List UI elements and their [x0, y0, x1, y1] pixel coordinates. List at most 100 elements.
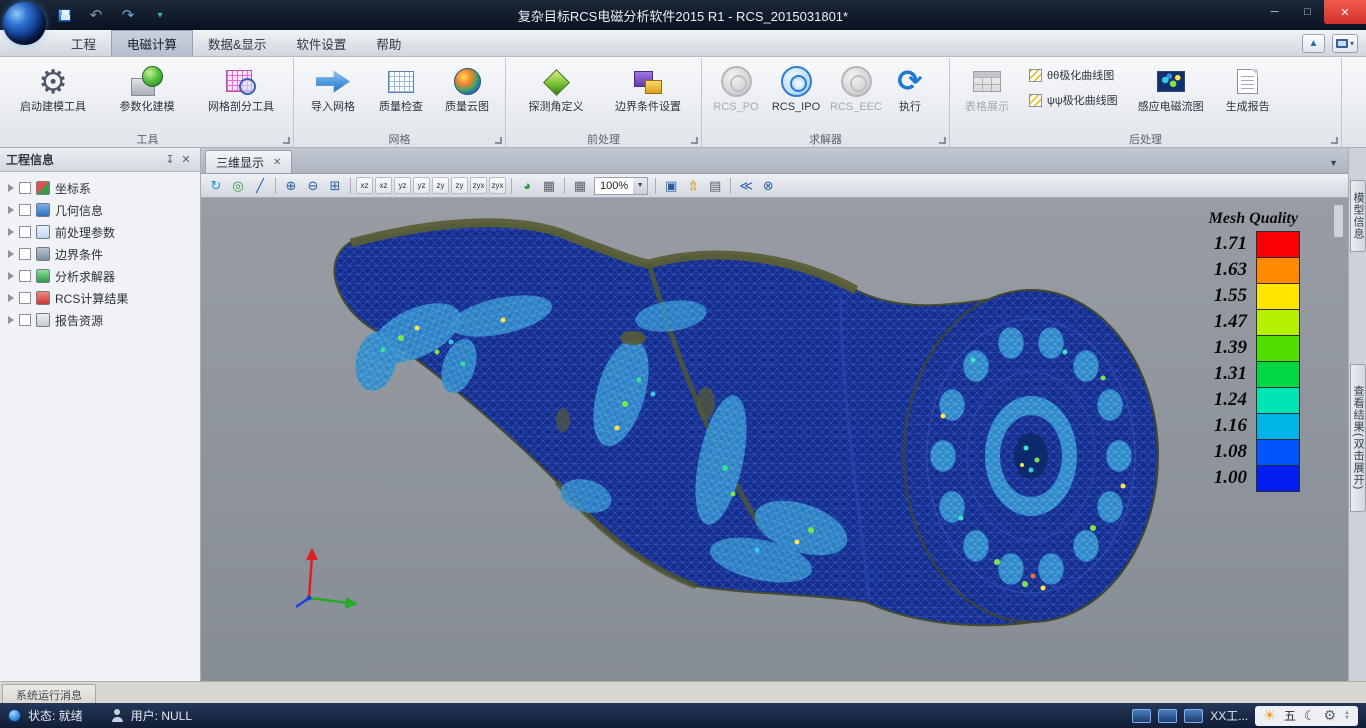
measure-button[interactable]: ╱: [250, 176, 270, 196]
quality-check-button[interactable]: 质量检查: [369, 61, 433, 116]
rcs-ipo-button[interactable]: RCS_IPO: [767, 61, 825, 116]
maximize-button[interactable]: □: [1291, 0, 1324, 24]
rcs-eec-button[interactable]: RCS_EEC: [827, 61, 885, 116]
pin-icon[interactable]: ↧: [162, 152, 178, 168]
undo-button[interactable]: ↶: [86, 5, 106, 25]
separator: [350, 178, 351, 194]
dialog-launcher-icon[interactable]: [691, 137, 698, 144]
model-info-tab[interactable]: 模型信息: [1350, 180, 1366, 252]
view-zy2-button[interactable]: zy: [451, 177, 468, 194]
tab-help[interactable]: 帮助: [361, 30, 416, 56]
tray-widget[interactable]: ☀ 五 ☾ ⚙ ▲▼: [1255, 706, 1358, 726]
checkbox[interactable]: [19, 248, 31, 260]
zoom-level-select[interactable]: 100% ▼: [594, 177, 648, 195]
theta-polarization-curve-button[interactable]: θθ极化曲线图: [1025, 65, 1122, 85]
layout-button[interactable]: ▤: [705, 176, 725, 196]
export-view-button[interactable]: ≪: [736, 176, 756, 196]
dialog-launcher-icon[interactable]: [939, 137, 946, 144]
collapse-ribbon-button[interactable]: ▲: [1302, 34, 1325, 53]
psi-polarization-curve-button[interactable]: ψψ极化曲线图: [1025, 90, 1122, 110]
save-button[interactable]: [54, 5, 74, 25]
qat-customize-button[interactable]: ▾: [150, 5, 170, 25]
tab-em-computation[interactable]: 电磁计算: [111, 30, 193, 56]
view-iso-button[interactable]: zyx: [470, 177, 487, 194]
lighting-button[interactable]: ⇯: [683, 176, 703, 196]
view-yz2-button[interactable]: yz: [413, 177, 430, 194]
checkbox[interactable]: [19, 226, 31, 238]
screenshot-button[interactable]: ▣: [661, 176, 681, 196]
display-options-button[interactable]: ▾: [1332, 34, 1358, 53]
wireframe-mode-button[interactable]: ▦: [539, 176, 559, 196]
mesh-partition-tool-button[interactable]: 网格剖分工具: [195, 61, 287, 116]
orbit-view-button[interactable]: ◎: [228, 176, 248, 196]
taskbar-window-icon[interactable]: [1132, 709, 1151, 723]
tray-expand-icon[interactable]: ▲▼: [1344, 711, 1350, 721]
expand-icon[interactable]: [8, 294, 14, 302]
rotate-view-button[interactable]: ↻: [206, 176, 226, 196]
taskbar-window-icon[interactable]: [1158, 709, 1177, 723]
tree-item-analysis-solver[interactable]: 分析求解器: [4, 265, 200, 287]
execute-button[interactable]: ⟳ 执行: [887, 61, 933, 116]
generate-report-button[interactable]: 生成报告: [1216, 61, 1280, 116]
tab-software-settings[interactable]: 软件设置: [281, 30, 361, 56]
checkbox[interactable]: [19, 292, 31, 304]
rcs-po-button[interactable]: RCS_PO: [707, 61, 765, 116]
view-zy-button[interactable]: zy: [432, 177, 449, 194]
expand-icon[interactable]: [8, 250, 14, 258]
taskbar-window-icon[interactable]: [1184, 709, 1203, 723]
tab-list-dropdown-icon[interactable]: ▼: [1329, 158, 1338, 168]
tree-item-geometry-info[interactable]: 几何信息: [4, 199, 200, 221]
checkbox[interactable]: [19, 270, 31, 282]
induced-em-current-map-button[interactable]: 感应电磁流图: [1128, 61, 1214, 116]
tree-item-rcs-results[interactable]: RCS计算结果: [4, 287, 200, 309]
dialog-launcher-icon[interactable]: [1331, 137, 1338, 144]
parametric-modeling-button[interactable]: 参数化建模: [101, 61, 193, 116]
tab-3d-view[interactable]: 三维显示 ✕: [205, 150, 292, 173]
close-button[interactable]: ✕: [1324, 0, 1366, 24]
expand-icon[interactable]: [8, 228, 14, 236]
zoom-out-button[interactable]: ⊖: [303, 176, 323, 196]
viewport-3d[interactable]: Mesh Quality 1.71 1.63 1.55 1.47 1.39 1.…: [201, 198, 1348, 681]
dialog-launcher-icon[interactable]: [495, 137, 502, 144]
view-yz-button[interactable]: yz: [394, 177, 411, 194]
minimize-button[interactable]: ─: [1258, 0, 1291, 24]
view-xz2-button[interactable]: xz: [375, 177, 392, 194]
expand-icon[interactable]: [8, 184, 14, 192]
view-xz-button[interactable]: xz: [356, 177, 373, 194]
legend-swatch: [1256, 361, 1300, 388]
clear-view-button[interactable]: ⊗: [758, 176, 778, 196]
probe-angle-define-button[interactable]: 探测角定义: [511, 61, 601, 116]
table-display-button[interactable]: 表格展示: [955, 61, 1019, 116]
grid-display-button[interactable]: ▦: [570, 176, 590, 196]
zoom-window-button[interactable]: ⊞: [325, 176, 345, 196]
close-tab-icon[interactable]: ✕: [273, 157, 281, 168]
app-logo-icon[interactable]: [3, 2, 46, 45]
view-iso2-button[interactable]: zyx: [489, 177, 506, 194]
tab-project[interactable]: 工程: [56, 30, 111, 56]
zoom-in-button[interactable]: ⊕: [281, 176, 301, 196]
document-area: 三维显示 ✕ ▼ ↻ ◎ ╱ ⊕ ⊖ ⊞ xz xz yz yz zy zy: [201, 148, 1348, 681]
expand-icon[interactable]: [8, 206, 14, 214]
checkbox[interactable]: [19, 314, 31, 326]
launch-modeling-tool-button[interactable]: ⚙ 启动建模工具: [7, 61, 99, 116]
shaded-mode-button[interactable]: ◕: [517, 176, 537, 196]
checkbox[interactable]: [19, 204, 31, 216]
tree-item-coordinate-system[interactable]: 坐标系: [4, 177, 200, 199]
expand-icon[interactable]: [8, 272, 14, 280]
viewport-scrollbar[interactable]: [1333, 204, 1344, 238]
redo-button[interactable]: ↷: [118, 5, 138, 25]
tab-data-display[interactable]: 数据&显示: [193, 30, 281, 56]
system-messages-tab[interactable]: 系统运行消息: [2, 684, 96, 704]
gear-icon[interactable]: ⚙: [1323, 707, 1336, 724]
view-results-tab[interactable]: 查看结果(双击展开): [1350, 364, 1366, 512]
quality-cloud-map-button[interactable]: 质量云图: [435, 61, 499, 116]
tree-item-preprocess-params[interactable]: 前处理参数: [4, 221, 200, 243]
boundary-condition-settings-button[interactable]: 边界条件设置: [603, 61, 693, 116]
expand-icon[interactable]: [8, 316, 14, 324]
close-panel-icon[interactable]: ✕: [178, 152, 194, 168]
tree-item-boundary-conditions[interactable]: 边界条件: [4, 243, 200, 265]
tree-item-report-resources[interactable]: 报告资源: [4, 309, 200, 331]
checkbox[interactable]: [19, 182, 31, 194]
import-mesh-button[interactable]: 导入网格: [299, 61, 367, 116]
dialog-launcher-icon[interactable]: [283, 137, 290, 144]
